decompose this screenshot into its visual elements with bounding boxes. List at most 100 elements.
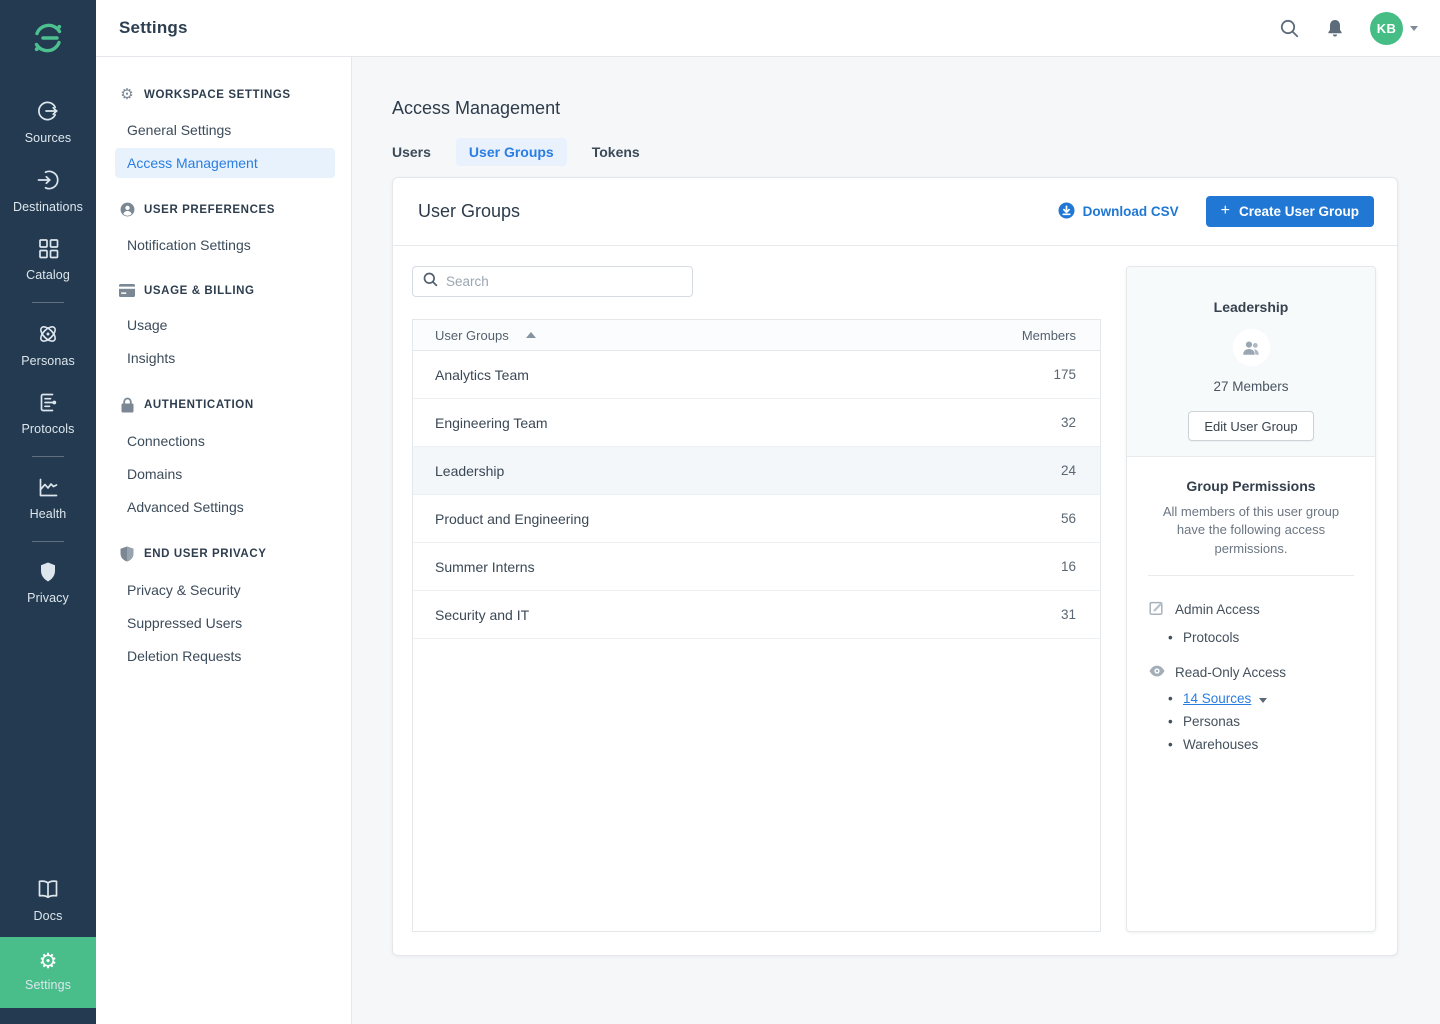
group-name: Product and Engineering xyxy=(435,511,589,527)
sort-ascending-icon[interactable] xyxy=(526,332,536,338)
group-avatar xyxy=(1233,329,1270,366)
member-count: 31 xyxy=(1061,607,1076,622)
group-name: Engineering Team xyxy=(435,415,548,431)
search-input-icon xyxy=(423,272,438,292)
sidebar-item-usage[interactable]: Usage xyxy=(115,310,335,340)
download-csv-link[interactable]: Download CSV xyxy=(1058,202,1179,222)
avatar[interactable]: KB xyxy=(1370,12,1403,45)
search-icon[interactable] xyxy=(1279,18,1300,39)
download-csv-label: Download CSV xyxy=(1083,204,1179,219)
sources-icon xyxy=(35,98,61,124)
group-name: Summer Interns xyxy=(435,559,535,575)
rail-item-destinations[interactable]: Destinations xyxy=(0,157,96,226)
table-row-selected[interactable]: Leadership 24 xyxy=(413,447,1100,495)
rail-label: Settings xyxy=(25,978,71,992)
table-header-row: User Groups Members xyxy=(413,320,1100,351)
sources-count-link[interactable]: 14 Sources xyxy=(1183,691,1251,706)
rail-footer-strip xyxy=(0,1008,96,1024)
rail-divider xyxy=(32,302,64,303)
sidebar-item-general-settings[interactable]: General Settings xyxy=(115,115,335,145)
sidebar-item-insights[interactable]: Insights xyxy=(115,343,335,373)
rail-item-personas[interactable]: Personas xyxy=(0,311,96,380)
section-header: WORKSPACE SETTINGS xyxy=(144,89,291,101)
search-field[interactable] xyxy=(412,266,693,297)
rail-label: Health xyxy=(30,507,67,521)
sidebar-item-deletion-requests[interactable]: Deletion Requests xyxy=(115,641,335,671)
edit-user-group-button[interactable]: Edit User Group xyxy=(1188,411,1313,441)
sidebar-item-suppressed-users[interactable]: Suppressed Users xyxy=(115,608,335,638)
permission-item-sources: 14 Sources xyxy=(1183,691,1355,706)
docs-book-icon xyxy=(35,876,61,902)
section-header: AUTHENTICATION xyxy=(144,399,254,411)
member-count: 16 xyxy=(1061,559,1076,574)
member-count: 24 xyxy=(1061,463,1076,478)
permissions-subtitle: All members of this user group have the … xyxy=(1147,503,1355,558)
chevron-down-icon xyxy=(1410,26,1418,31)
admin-access-label: Admin Access xyxy=(1175,602,1260,617)
column-header-user-groups[interactable]: User Groups xyxy=(435,328,509,343)
rail-item-health[interactable]: Health xyxy=(0,465,96,533)
sidebar-item-access-management[interactable]: Access Management xyxy=(115,148,335,178)
sidebar-item-domains[interactable]: Domains xyxy=(115,459,335,489)
rail-item-catalog[interactable]: Catalog xyxy=(0,226,96,294)
rail-item-protocols[interactable]: Protocols xyxy=(0,380,96,448)
sidebar-item-advanced-settings[interactable]: Advanced Settings xyxy=(115,492,335,522)
rail-divider xyxy=(32,456,64,457)
rail-divider xyxy=(32,541,64,542)
sidebar-item-privacy-security[interactable]: Privacy & Security xyxy=(115,575,335,605)
top-bar: Settings KB xyxy=(96,0,1440,57)
rail-label: Docs xyxy=(34,909,63,923)
group-name: Security and IT xyxy=(435,607,529,623)
sidebar-item-connections[interactable]: Connections xyxy=(115,426,335,456)
rail-item-docs[interactable]: Docs xyxy=(0,866,96,937)
notifications-bell-icon[interactable] xyxy=(1325,18,1345,39)
readonly-access-label: Read-Only Access xyxy=(1175,665,1286,680)
table-row[interactable]: Engineering Team 32 xyxy=(413,399,1100,447)
member-count: 175 xyxy=(1053,367,1076,382)
rail-label: Personas xyxy=(21,354,75,368)
user-groups-card: User Groups Download CSV + Create User G… xyxy=(392,177,1398,956)
segment-logo-icon[interactable] xyxy=(24,14,72,62)
permission-item: Warehouses xyxy=(1183,737,1355,752)
tab-user-groups[interactable]: User Groups xyxy=(456,138,567,166)
privacy-shield-icon xyxy=(36,560,60,584)
rail-item-settings[interactable]: ⚙ Settings xyxy=(0,937,96,1008)
table-row[interactable]: Analytics Team 175 xyxy=(413,351,1100,399)
group-detail-panel: Leadership 27 Members Edit User xyxy=(1126,266,1376,932)
table-row[interactable]: Product and Engineering 56 xyxy=(413,495,1100,543)
user-groups-table: User Groups Members Analytics Team 175 E… xyxy=(412,319,1101,932)
sidebar-item-notification-settings[interactable]: Notification Settings xyxy=(115,230,335,260)
rail-label: Protocols xyxy=(21,422,74,436)
health-chart-icon xyxy=(36,475,61,500)
table-empty-space xyxy=(413,639,1100,931)
privacy-shield-small-icon xyxy=(119,546,135,562)
user-menu[interactable]: KB xyxy=(1370,12,1418,45)
tab-tokens[interactable]: Tokens xyxy=(579,138,653,166)
tab-bar: Users User Groups Tokens xyxy=(379,138,1440,166)
create-user-group-label: Create User Group xyxy=(1239,204,1359,219)
column-header-members[interactable]: Members xyxy=(1022,328,1076,343)
plus-icon: + xyxy=(1221,203,1230,219)
rail-item-privacy[interactable]: Privacy xyxy=(0,550,96,617)
tab-users[interactable]: Users xyxy=(379,138,444,166)
destinations-icon xyxy=(35,167,61,193)
permission-item: Protocols xyxy=(1183,630,1355,645)
create-user-group-button[interactable]: + Create User Group xyxy=(1206,196,1374,227)
user-circle-icon xyxy=(119,202,135,217)
group-name: Leadership xyxy=(435,463,504,479)
top-bar-title: Settings xyxy=(119,18,188,38)
rail-item-sources[interactable]: Sources xyxy=(0,88,96,157)
download-icon xyxy=(1058,202,1075,222)
workspace-gear-icon: ⚙ xyxy=(119,87,135,102)
page-title: Access Management xyxy=(392,98,1440,119)
settings-gear-icon: ⚙ xyxy=(39,951,58,971)
table-row[interactable]: Security and IT 31 xyxy=(413,591,1100,639)
eye-icon xyxy=(1149,665,1165,680)
permission-item: Personas xyxy=(1183,714,1355,729)
divider xyxy=(1148,575,1354,576)
chevron-down-icon[interactable] xyxy=(1259,698,1267,703)
table-row[interactable]: Summer Interns 16 xyxy=(413,543,1100,591)
permissions-title: Group Permissions xyxy=(1147,478,1355,494)
search-input[interactable] xyxy=(446,274,682,289)
section-header: USAGE & BILLING xyxy=(144,285,255,297)
